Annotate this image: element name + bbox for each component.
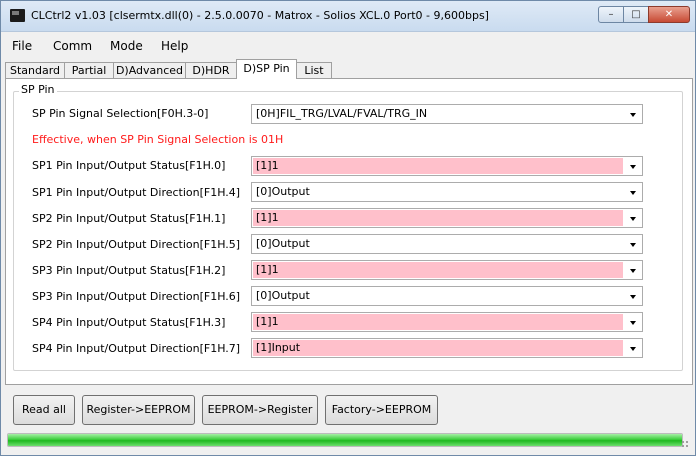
effective-note: Effective, when SP Pin Signal Selection … (32, 133, 284, 146)
combo-value: [0]Output (256, 237, 310, 250)
menu-help[interactable]: Help (161, 39, 188, 53)
read-all-button[interactable]: Read all (13, 395, 75, 425)
menu-bar: File Comm Mode Help (1, 37, 695, 57)
sp4-status-label: SP4 Pin Input/Output Status[F1H.3] (32, 316, 226, 329)
sp3-direction-combo[interactable]: [0]Output (251, 286, 643, 306)
progress-bar (7, 433, 683, 447)
menu-mode[interactable]: Mode (110, 39, 143, 53)
chevron-down-icon[interactable] (624, 261, 642, 279)
chevron-down-icon[interactable] (624, 105, 642, 123)
sp2-direction-label: SP2 Pin Input/Output Direction[F1H.5] (32, 238, 241, 251)
maximize-button[interactable]: □ (623, 6, 649, 23)
tab-partial[interactable]: Partial (64, 62, 114, 79)
combo-value: [0]Output (256, 289, 310, 302)
sp4-direction-combo[interactable]: [1]Input (251, 338, 643, 358)
sp1-direction-combo[interactable]: [0]Output (251, 182, 643, 202)
combo-value: [1]1 (253, 262, 623, 278)
signal-selection-label: SP Pin Signal Selection[F0H.3-0] (32, 107, 209, 120)
close-button[interactable]: ✕ (648, 6, 690, 23)
chevron-down-icon[interactable] (624, 339, 642, 357)
chevron-down-icon[interactable] (624, 235, 642, 253)
combo-value: [0H]FIL_TRG/LVAL/FVAL/TRG_IN (256, 107, 428, 120)
tab-advanced[interactable]: D)Advanced (113, 62, 186, 79)
register-to-eeprom-button[interactable]: Register->EEPROM (82, 395, 195, 425)
chevron-down-icon[interactable] (624, 313, 642, 331)
chevron-down-icon[interactable] (624, 209, 642, 227)
sp1-direction-label: SP1 Pin Input/Output Direction[F1H.4] (32, 186, 241, 199)
minimize-button[interactable]: – (598, 6, 624, 23)
tab-hdr[interactable]: D)HDR (185, 62, 237, 79)
progress-fill (8, 434, 682, 446)
sp1-status-combo[interactable]: [1]1 (251, 156, 643, 176)
factory-to-eeprom-button[interactable]: Factory->EEPROM (325, 395, 438, 425)
sp4-status-combo[interactable]: [1]1 (251, 312, 643, 332)
menu-file[interactable]: File (12, 39, 32, 53)
chevron-down-icon[interactable] (624, 183, 642, 201)
title-bar[interactable]: CLCtrl2 v1.03 [clsermtx.dll(0) - 2.5.0.0… (1, 1, 695, 32)
tab-strip: Standard Partial D)Advanced D)HDR D)SP P… (5, 59, 693, 79)
chevron-down-icon[interactable] (624, 157, 642, 175)
combo-value: [1]Input (253, 340, 623, 356)
eeprom-to-register-button[interactable]: EEPROM->Register (202, 395, 318, 425)
sp3-status-label: SP3 Pin Input/Output Status[F1H.2] (32, 264, 226, 277)
tab-list[interactable]: List (296, 62, 332, 79)
combo-value: [1]1 (253, 314, 623, 330)
app-window: CLCtrl2 v1.03 [clsermtx.dll(0) - 2.5.0.0… (0, 0, 696, 456)
menu-comm[interactable]: Comm (53, 39, 92, 53)
app-icon (10, 9, 25, 22)
sp1-status-label: SP1 Pin Input/Output Status[F1H.0] (32, 159, 226, 172)
sp3-status-combo[interactable]: [1]1 (251, 260, 643, 280)
window-title: CLCtrl2 v1.03 [clsermtx.dll(0) - 2.5.0.0… (31, 9, 489, 22)
sp3-direction-label: SP3 Pin Input/Output Direction[F1H.6] (32, 290, 241, 303)
chevron-down-icon[interactable] (624, 287, 642, 305)
tab-sp-pin[interactable]: D)SP Pin (236, 59, 297, 79)
sp2-direction-combo[interactable]: [0]Output (251, 234, 643, 254)
combo-value: [1]1 (253, 210, 623, 226)
sp2-status-label: SP2 Pin Input/Output Status[F1H.1] (32, 212, 226, 225)
resize-grip-icon[interactable] (681, 440, 689, 448)
signal-selection-combo[interactable]: [0H]FIL_TRG/LVAL/FVAL/TRG_IN (251, 104, 643, 124)
sp4-direction-label: SP4 Pin Input/Output Direction[F1H.7] (32, 342, 241, 355)
sp2-status-combo[interactable]: [1]1 (251, 208, 643, 228)
combo-value: [0]Output (256, 185, 310, 198)
tab-standard[interactable]: Standard (5, 62, 65, 79)
combo-value: [1]1 (253, 158, 623, 174)
group-title: SP Pin (19, 83, 57, 96)
